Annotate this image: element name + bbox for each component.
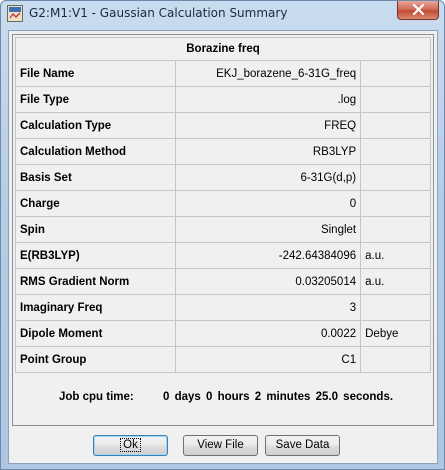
close-button[interactable] <box>397 1 439 20</box>
summary-row: Point Group C1 <box>15 346 431 373</box>
row-value: EKJ_borazene_6-31G_freq <box>174 60 362 87</box>
row-value: .log <box>174 86 362 113</box>
close-icon <box>412 4 425 15</box>
row-label: Spin <box>15 216 176 243</box>
row-value: 6-31G(d,p) <box>174 164 362 191</box>
row-unit <box>360 164 431 191</box>
row-label: Dipole Moment <box>15 320 176 347</box>
summary-row: RMS Gradient Norm 0.03205014 a.u. <box>15 268 431 295</box>
title-bar[interactable]: G2:M1:V1 - Gaussian Calculation Summary <box>1 1 444 29</box>
row-value: C1 <box>174 346 362 373</box>
row-value: -242.64384096 <box>174 242 362 269</box>
summary-window: G2:M1:V1 - Gaussian Calculation Summary … <box>0 0 445 470</box>
row-value: Singlet <box>174 216 362 243</box>
row-unit <box>360 86 431 113</box>
button-bar: Ok View File Save Data <box>9 435 437 459</box>
window-title: G2:M1:V1 - Gaussian Calculation Summary <box>29 6 288 20</box>
row-value: 3 <box>174 294 362 321</box>
summary-header-row: Borazine freq <box>15 37 431 61</box>
row-unit <box>360 190 431 217</box>
summary-row: File Type .log <box>15 86 431 113</box>
summary-row: Basis Set 6-31G(d,p) <box>15 164 431 191</box>
cpu-time-value: 0 days 0 hours 2 minutes 25.0 seconds. <box>163 391 394 403</box>
summary-title: Borazine freq <box>15 37 431 61</box>
summary-row: Calculation Type FREQ <box>15 112 431 139</box>
summary-row: Spin Singlet <box>15 216 431 243</box>
row-unit <box>360 346 431 373</box>
row-label: Point Group <box>15 346 176 373</box>
summary-row: Charge 0 <box>15 190 431 217</box>
row-unit: a.u. <box>360 268 431 295</box>
ok-button-label: Ok <box>120 438 141 452</box>
row-unit <box>360 294 431 321</box>
row-unit <box>360 60 431 87</box>
row-label: RMS Gradient Norm <box>15 268 176 295</box>
save-data-button[interactable]: Save Data <box>265 435 340 456</box>
row-label: Calculation Method <box>15 138 176 165</box>
row-label: File Type <box>15 86 176 113</box>
row-unit <box>360 216 431 243</box>
row-unit: a.u. <box>360 242 431 269</box>
row-value: FREQ <box>174 112 362 139</box>
summary-row: Imaginary Freq 3 <box>15 294 431 321</box>
row-label: Calculation Type <box>15 112 176 139</box>
summary-row: File Name EKJ_borazene_6-31G_freq <box>15 60 431 87</box>
gaussview-app-icon <box>7 5 23 22</box>
summary-row: Calculation Method RB3LYP <box>15 138 431 165</box>
ok-button[interactable]: Ok <box>93 435 168 456</box>
summary-frame: Borazine freq File Name EKJ_borazene_6-31… <box>12 34 434 426</box>
summary-table: Borazine freq File Name EKJ_borazene_6-31… <box>15 37 431 373</box>
summary-row: Dipole Moment 0.0022 Debye <box>15 320 431 347</box>
dialog-body: Borazine freq File Name EKJ_borazene_6-31… <box>8 30 438 464</box>
row-label: Charge <box>15 190 176 217</box>
row-label: Imaginary Freq <box>15 294 176 321</box>
row-unit: Debye <box>360 320 431 347</box>
row-unit <box>360 112 431 139</box>
row-value: 0 <box>174 190 362 217</box>
row-value: 0.0022 <box>174 320 362 347</box>
row-value: RB3LYP <box>174 138 362 165</box>
row-label: Basis Set <box>15 164 176 191</box>
row-label: File Name <box>15 60 176 87</box>
summary-row: E(RB3LYP) -242.64384096 a.u. <box>15 242 431 269</box>
row-unit <box>360 138 431 165</box>
row-label: E(RB3LYP) <box>15 242 176 269</box>
cpu-time-label: Job cpu time: <box>59 391 134 403</box>
summary-rows: File Name EKJ_borazene_6-31G_freq File Typ… <box>15 60 431 373</box>
row-value: 0.03205014 <box>174 268 362 295</box>
view-file-button[interactable]: View File <box>183 435 258 456</box>
